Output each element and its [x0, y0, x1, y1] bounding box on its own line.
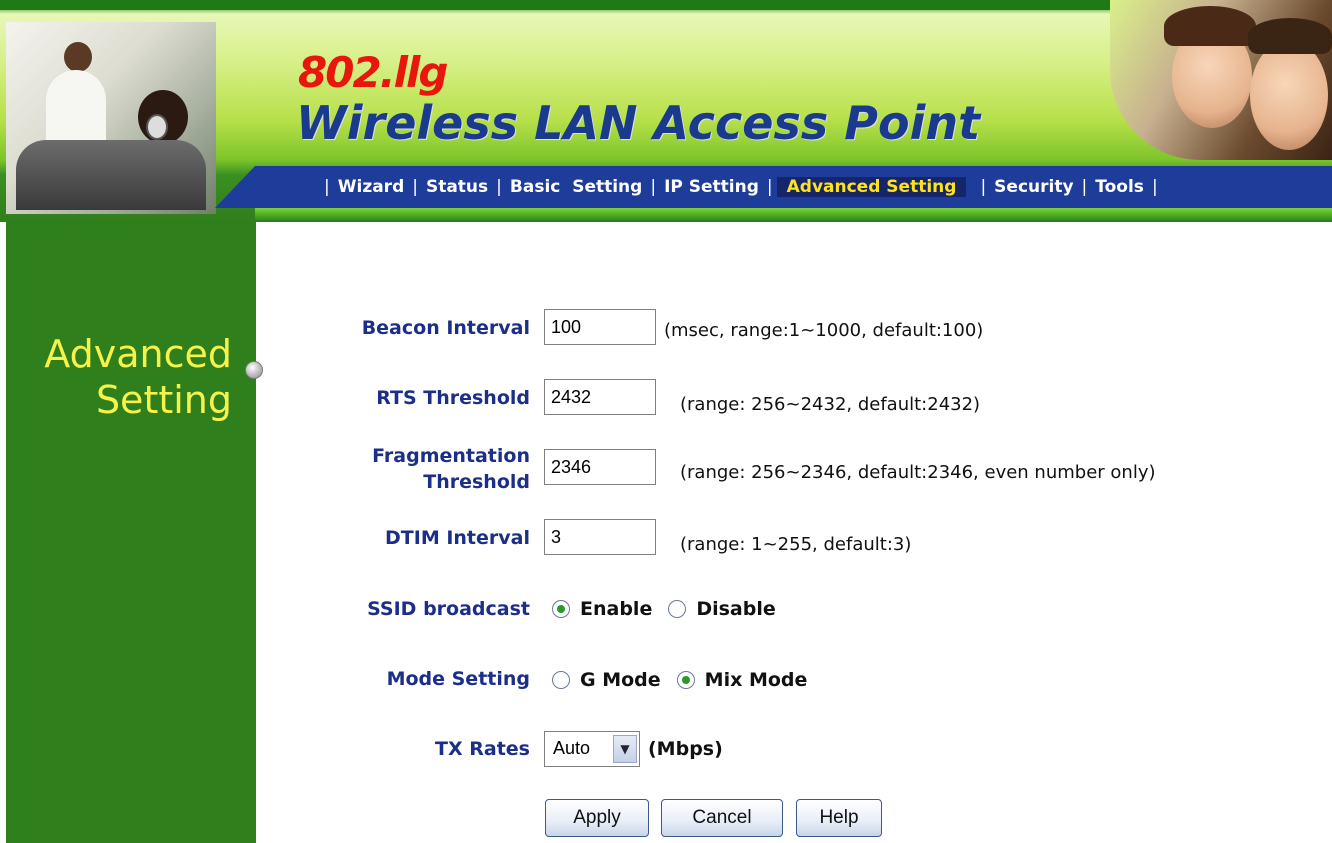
ssid-broadcast-options: Enable Disable [552, 598, 792, 620]
nav-separator: | [496, 177, 502, 197]
fragmentation-threshold-label: Fragmentation Threshold [270, 443, 530, 495]
nav-item-tools[interactable]: Tools [1095, 177, 1144, 197]
main-nav: | Wizard | Status | Basic Setting | IP S… [316, 174, 1166, 200]
header-banner: 802.llg Wireless LAN Access Point | Wiza… [0, 0, 1332, 222]
nav-item-basic-setting[interactable]: Basic Setting [510, 177, 642, 197]
tx-rates-select[interactable]: Auto ▼ [544, 731, 640, 767]
chevron-down-icon[interactable]: ▼ [613, 735, 637, 763]
dtim-interval-input[interactable]: 3 [544, 519, 656, 555]
g-mode-radio[interactable] [552, 671, 570, 689]
nav-item-security[interactable]: Security [994, 177, 1073, 197]
nav-separator: | [412, 177, 418, 197]
apply-button[interactable]: Apply [545, 799, 649, 837]
g-mode-label[interactable]: G Mode [580, 669, 661, 691]
mode-setting-options: G Mode Mix Mode [552, 669, 823, 691]
ssid-broadcast-label: SSID broadcast [367, 598, 530, 620]
ssid-enable-label[interactable]: Enable [580, 598, 652, 620]
nav-separator: | [324, 177, 330, 197]
sidebar-title: Advanced Setting [22, 331, 232, 423]
dtim-interval-hint: (range: 1~255, default:3) [680, 534, 912, 555]
sidebar-title-line2: Setting [95, 378, 232, 422]
sidebar-title-line1: Advanced [44, 332, 232, 376]
mix-mode-radio[interactable] [676, 671, 695, 689]
nav-separator: | [1151, 177, 1158, 197]
ssid-disable-radio[interactable] [668, 600, 687, 618]
nav-separator: | [980, 177, 987, 197]
rts-threshold-hint: (range: 256~2432, default:2432) [680, 394, 981, 415]
fragmentation-label-line2: Threshold [423, 471, 530, 493]
tx-rates-label: TX Rates [435, 738, 530, 760]
sidebar [6, 222, 256, 843]
fragmentation-threshold-input[interactable]: 2346 [544, 449, 656, 485]
nav-item-ip-setting[interactable]: IP Setting [664, 177, 759, 197]
dtim-interval-label: DTIM Interval [385, 527, 530, 549]
nav-separator: | [1081, 177, 1088, 197]
beacon-interval-hint: (msec, range:1~1000, default:100) [664, 320, 984, 341]
nav-slant [215, 166, 255, 208]
header-photo-left [6, 22, 216, 214]
brand-model: 802.llg [298, 48, 448, 97]
ssid-enable-radio[interactable] [552, 600, 570, 618]
mix-mode-label[interactable]: Mix Mode [705, 669, 808, 691]
fragmentation-label-line1: Fragmentation [372, 445, 530, 467]
nav-item-advanced-setting[interactable]: Advanced Setting [776, 177, 967, 197]
sidebar-bullet-icon [245, 361, 263, 379]
cancel-button[interactable]: Cancel [661, 799, 783, 837]
nav-item-wizard[interactable]: Wizard [338, 177, 405, 197]
nav-separator: | [766, 177, 773, 197]
beacon-interval-label: Beacon Interval [361, 317, 530, 339]
header-photo-right [1110, 0, 1332, 160]
nav-underline [255, 208, 1332, 220]
fragmentation-threshold-hint: (range: 256~2346, default:2346, even num… [680, 462, 1156, 483]
nav-item-status[interactable]: Status [426, 177, 488, 197]
tx-rates-unit: (Mbps) [648, 738, 723, 760]
nav-separator: | [650, 177, 657, 197]
help-button[interactable]: Help [796, 799, 882, 837]
mode-setting-label: Mode Setting [386, 668, 530, 690]
beacon-interval-input[interactable]: 100 [544, 309, 656, 345]
rts-threshold-input[interactable]: 2432 [544, 379, 656, 415]
ssid-disable-label[interactable]: Disable [696, 598, 775, 620]
tx-rates-value: Auto [553, 738, 591, 758]
rts-threshold-label: RTS Threshold [376, 387, 530, 409]
brand-title: Wireless LAN Access Point [296, 96, 981, 150]
